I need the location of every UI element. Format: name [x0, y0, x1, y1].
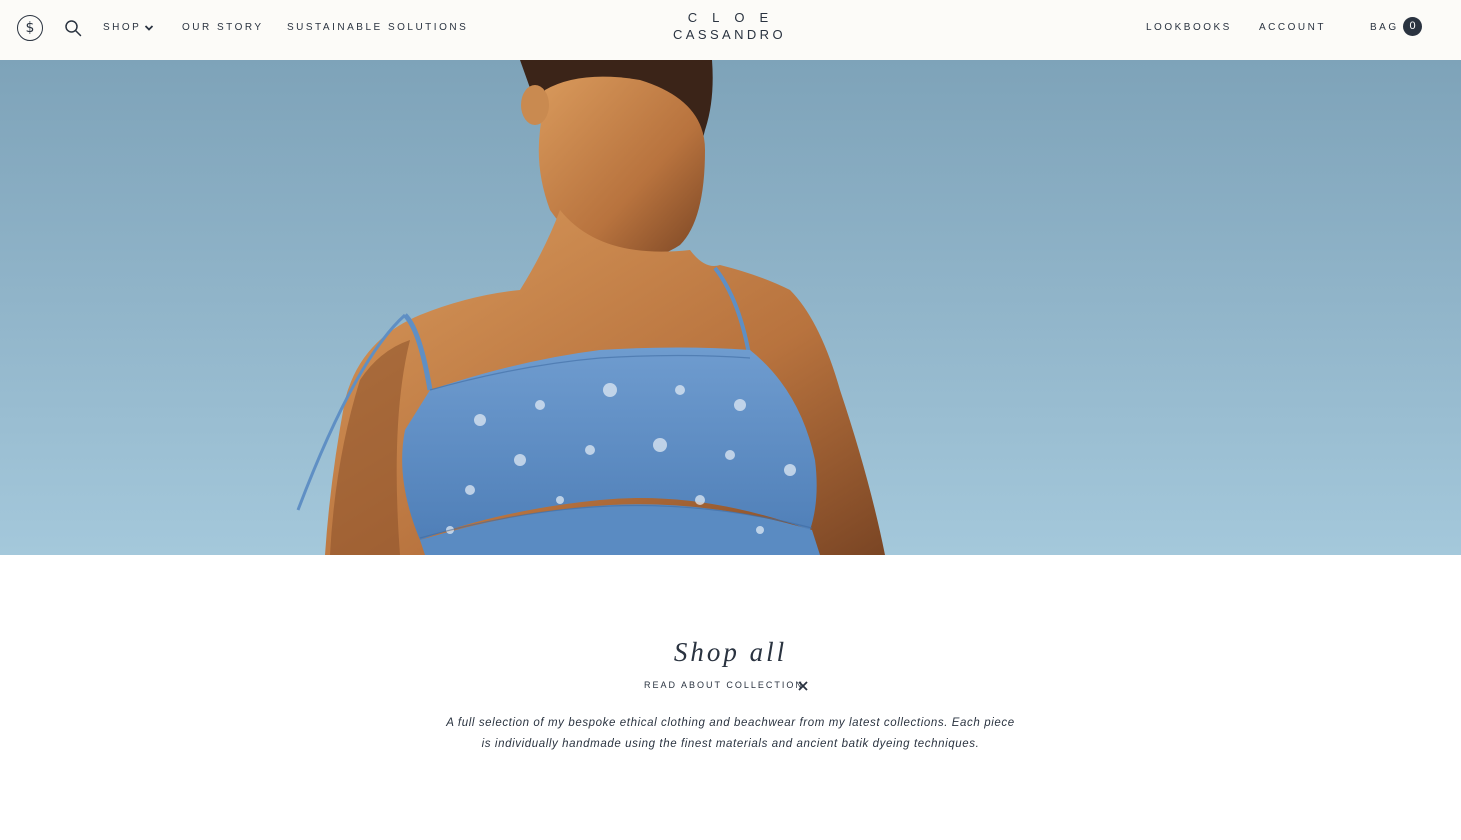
nav-account[interactable]: ACCOUNT — [1259, 22, 1326, 34]
nav-lookbooks[interactable]: LOOKBOOKS — [1146, 22, 1232, 34]
nav-shop[interactable]: SHOP — [103, 22, 141, 34]
dollar-icon: $ — [25, 20, 35, 36]
hero-illustration — [296, 60, 885, 555]
collection-description: A full selection of my bespoke ethical c… — [446, 717, 1015, 750]
logo-line-1: CLOE — [687, 10, 784, 25]
close-icon[interactable] — [797, 680, 809, 692]
nav-bag[interactable]: BAG — [1370, 22, 1399, 34]
currency-selector-button[interactable]: $ — [17, 15, 43, 41]
logo-line-2: CASSANDRO — [673, 27, 786, 42]
nav-sustainable-solutions[interactable]: SUSTAINABLE SOLUTIONS — [287, 22, 468, 34]
collection-title: Shop all — [673, 637, 788, 667]
site-header: $ SHOP OUR STORY SUSTAINABLE SOLUTIONS C… — [0, 0, 1461, 60]
read-about-collection-link[interactable]: READ ABOUT COLLECTION — [644, 680, 804, 691]
chevron-down-icon[interactable] — [144, 23, 154, 33]
hero-image — [0, 60, 1461, 555]
bag-count-badge[interactable]: 0 — [1403, 17, 1422, 36]
brand-logo[interactable]: CLOE CASSANDRO — [660, 10, 796, 43]
search-icon[interactable] — [64, 19, 82, 37]
nav-our-story[interactable]: OUR STORY — [182, 22, 264, 34]
